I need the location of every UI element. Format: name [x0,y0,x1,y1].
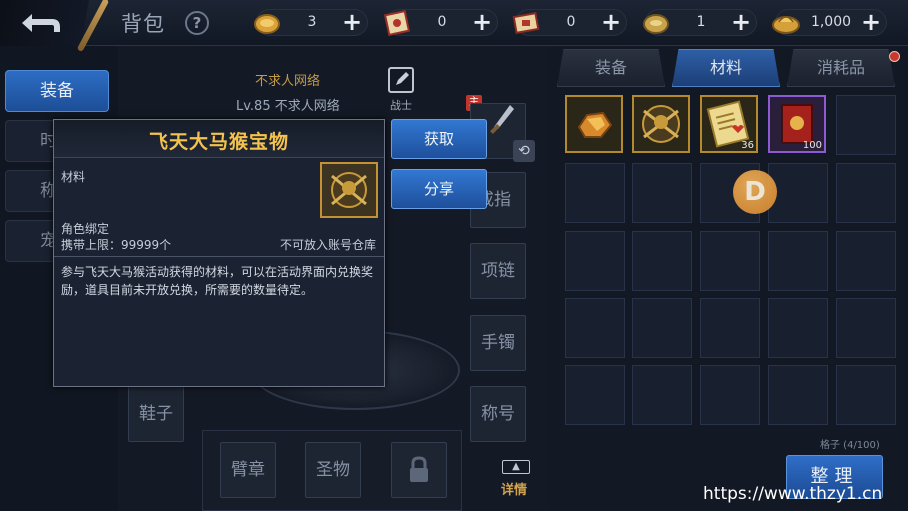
character-level-name: Lv.85 不求人网络 [236,99,340,114]
watermark-url: https://www.thzy1.cn [703,484,883,504]
item-tooltip-popup: 飞天大马猴宝物 材料 角色绑定 携带上限：99999个 不可放入账号仓库 参与飞… [53,119,385,387]
tab-consumables[interactable]: 消耗品 [787,49,895,87]
currency-scroll: 0 + [383,9,498,37]
swap-weapon-icon[interactable]: ⟲ [513,140,535,162]
inventory-cell[interactable] [565,231,625,291]
inventory-item[interactable]: 36 [700,95,758,153]
back-arrow-icon [22,14,60,32]
inventory-cell[interactable] [565,298,625,358]
divider [54,256,384,257]
inventory-cell[interactable] [836,298,896,358]
inventory-cell[interactable] [700,298,760,358]
currency-letter: 0 + [512,9,627,36]
lock-icon [410,456,428,482]
add-currency-button[interactable]: + [730,10,752,34]
notification-dot [889,51,900,62]
inventory-cell[interactable] [836,95,896,155]
currency-value: 0 [566,14,576,30]
inventory-cell[interactable] [836,231,896,291]
warehouse-restriction: 不可放入账号仓库 [279,238,376,252]
sword-icon [490,105,514,134]
scroll-icon [383,9,411,37]
inventory-cell[interactable] [768,365,828,425]
tab-materials[interactable]: 材料 [672,49,780,87]
slot-count: 格子 (4/100) [820,440,880,451]
item-description: 参与飞天大马猴活动获得的材料，可以在活动界面内兑换奖励，道具目前未开放兑换，所需… [61,265,374,297]
item-name: 飞天大马猴宝物 [148,131,289,153]
popup-header: 飞天大马猴宝物 [54,120,384,158]
chevron-up-icon[interactable]: ▲ [502,460,530,474]
add-currency-button[interactable]: + [471,10,493,34]
obtain-button[interactable]: 获取 [391,119,487,159]
inventory-cell[interactable] [700,365,760,425]
inventory-cell[interactable] [836,365,896,425]
currency-value: 1,000 [810,14,852,30]
currency-gold-coin: 3 + [254,9,368,36]
inventory-cell[interactable] [565,365,625,425]
currency-medal: 1 + [643,9,757,36]
carry-limit: 携带上限：99999个 [61,238,172,252]
inventory-item[interactable] [565,95,623,153]
inventory-cell[interactable] [632,298,692,358]
guild-name: 不求人网络 [255,74,321,89]
slot-bracelet[interactable]: 手镯 [470,315,526,371]
inventory-cell[interactable] [632,365,692,425]
inventory-cell[interactable] [565,163,625,223]
gold-ore-icon [577,111,613,138]
item-count: 100 [802,140,822,151]
inventory-cell[interactable] [632,163,692,223]
inventory-cell[interactable] [768,231,828,291]
letter-icon [512,12,540,34]
monkey-treasure-icon [642,105,680,143]
bind-status: 角色绑定 [61,222,110,236]
side-tab-equipment[interactable]: 装备 [5,70,109,112]
inventory-item[interactable]: 100 [768,95,826,153]
inventory-cell[interactable] [836,163,896,223]
add-currency-button[interactable]: + [341,10,363,34]
slot-armband[interactable]: 臂章 [220,442,276,498]
job-label: 战士 [390,99,412,112]
details-button[interactable]: 详情 [501,479,527,498]
slot-title[interactable]: 称号 [470,386,526,442]
page-title: 背包 [121,12,165,36]
slot-locked[interactable] [391,442,447,498]
inventory-cell[interactable] [768,163,828,223]
currency-gold-ingot: 1,000 + [772,9,887,36]
pencil-icon [396,72,409,85]
inventory-cell[interactable] [768,298,828,358]
inventory-cell[interactable] [632,231,692,291]
add-currency-button[interactable]: + [860,10,882,34]
currency-value: 3 [307,14,317,30]
monkey-treasure-icon [331,172,367,208]
currency-value: 1 [696,14,706,30]
tab-equipment[interactable]: 装备 [557,49,665,87]
slot-necklace[interactable]: 项链 [470,243,526,299]
edit-name-icon[interactable] [388,67,414,93]
item-count: 36 [741,140,754,151]
add-currency-button[interactable]: + [600,10,622,34]
help-icon[interactable]: ? [185,11,209,35]
item-type: 材料 [61,170,86,184]
slot-shoes[interactable]: 鞋子 [128,386,184,442]
currency-value: 0 [437,14,447,30]
share-button[interactable]: 分享 [391,169,487,209]
d-logo-badge: D [733,170,777,214]
popup-item-icon-frame [320,162,378,218]
medal-icon [643,14,669,34]
inventory-item-selected[interactable] [632,95,690,153]
inventory-cell[interactable] [700,231,760,291]
gold-coin-icon [254,14,280,34]
slot-holy[interactable]: 圣物 [305,442,361,498]
gold-ingot-icon [772,16,800,34]
